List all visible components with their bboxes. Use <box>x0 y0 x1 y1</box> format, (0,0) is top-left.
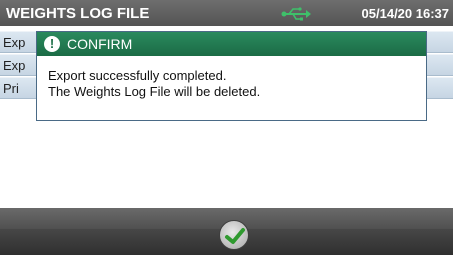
confirm-button[interactable] <box>219 220 249 250</box>
dialog-header: ! CONFIRM <box>37 32 426 56</box>
menu-item-label: Exp <box>3 58 26 73</box>
dialog-message: Export successfully completed. The Weigh… <box>48 68 260 100</box>
dialog-message-line-1: Export successfully completed. <box>48 68 227 83</box>
menu-item-label: Exp <box>3 35 26 50</box>
page-title: WEIGHTS LOG FILE <box>6 5 150 22</box>
checkmark-icon <box>225 228 245 244</box>
title-bar: WEIGHTS LOG FILE 05/14/20 16:37 <box>0 0 453 26</box>
date-time: 05/14/20 16:37 <box>361 6 449 21</box>
usb-icon <box>281 7 311 21</box>
dialog-message-line-2: The Weights Log File will be deleted. <box>48 84 261 99</box>
menu-item-label: Pri <box>3 81 19 96</box>
exclamation-icon: ! <box>44 36 60 52</box>
dialog-title: CONFIRM <box>67 36 133 52</box>
confirm-dialog: ! CONFIRM Export successfully completed.… <box>36 31 427 121</box>
